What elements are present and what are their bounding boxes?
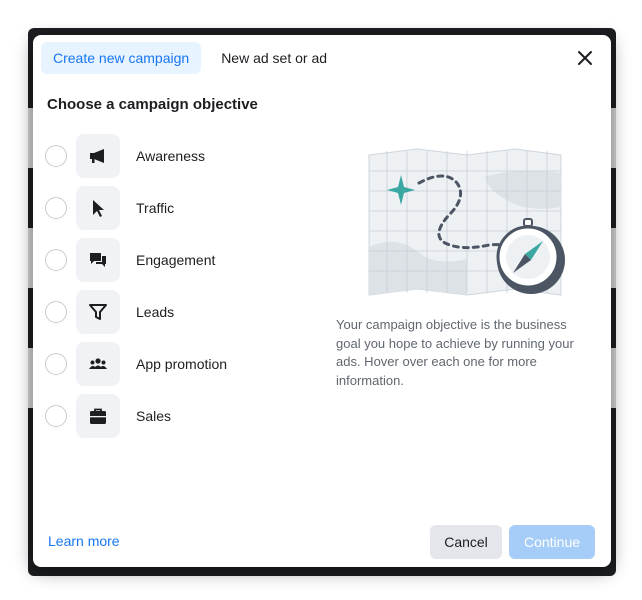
objective-icon-box (76, 342, 120, 386)
dialog-tabs: Create new campaign New ad set or ad (41, 42, 339, 74)
funnel-icon (89, 304, 107, 320)
objective-engagement[interactable]: Engagement (45, 238, 285, 282)
objective-icon-box (76, 238, 120, 282)
radio-button[interactable] (45, 197, 67, 219)
objective-label: Awareness (136, 148, 206, 164)
chat-bubbles-icon (90, 253, 106, 267)
tab-create-new-campaign[interactable]: Create new campaign (41, 42, 202, 74)
map-compass-icon (368, 148, 565, 296)
objective-label: Leads (136, 304, 175, 320)
radio-button[interactable] (45, 353, 67, 375)
close-button[interactable] (575, 48, 595, 68)
objective-icon-box (76, 394, 120, 438)
cursor-icon (93, 200, 104, 217)
objective-leads[interactable]: Leads (45, 290, 285, 334)
tab-new-ad-set-or-ad[interactable]: New ad set or ad (209, 42, 339, 74)
objective-label: Sales (136, 408, 172, 424)
radio-button[interactable] (45, 249, 67, 271)
objective-app-promotion[interactable]: App promotion (45, 342, 285, 386)
people-icon (89, 358, 107, 369)
objective-label: Engagement (136, 252, 216, 268)
close-icon (578, 51, 592, 65)
objective-icon-box (76, 186, 120, 230)
objective-traffic[interactable]: Traffic (45, 186, 285, 230)
objective-list: Awareness Traffic Engagement Leads App p… (45, 134, 285, 446)
objective-icon-box (76, 290, 120, 334)
campaign-dialog: Create new campaign New ad set or ad Cho… (33, 35, 611, 567)
objective-label: Traffic (136, 200, 175, 216)
dialog-title: Choose a campaign objective (47, 96, 258, 113)
objective-label: App promotion (136, 356, 228, 372)
objective-description: Your campaign objective is the business … (336, 317, 574, 388)
radio-button[interactable] (45, 301, 67, 323)
objective-awareness[interactable]: Awareness (45, 134, 285, 178)
learn-more-link[interactable]: Learn more (48, 533, 120, 549)
megaphone-icon (90, 149, 104, 163)
map-compass-illustration (365, 147, 580, 307)
objective-sales[interactable]: Sales (45, 394, 285, 438)
objective-icon-box (76, 134, 120, 178)
shopping-bag-icon (90, 408, 106, 424)
cancel-button[interactable]: Cancel (430, 525, 502, 559)
radio-button[interactable] (45, 405, 67, 427)
continue-button[interactable]: Continue (509, 525, 595, 559)
radio-button[interactable] (45, 145, 67, 167)
